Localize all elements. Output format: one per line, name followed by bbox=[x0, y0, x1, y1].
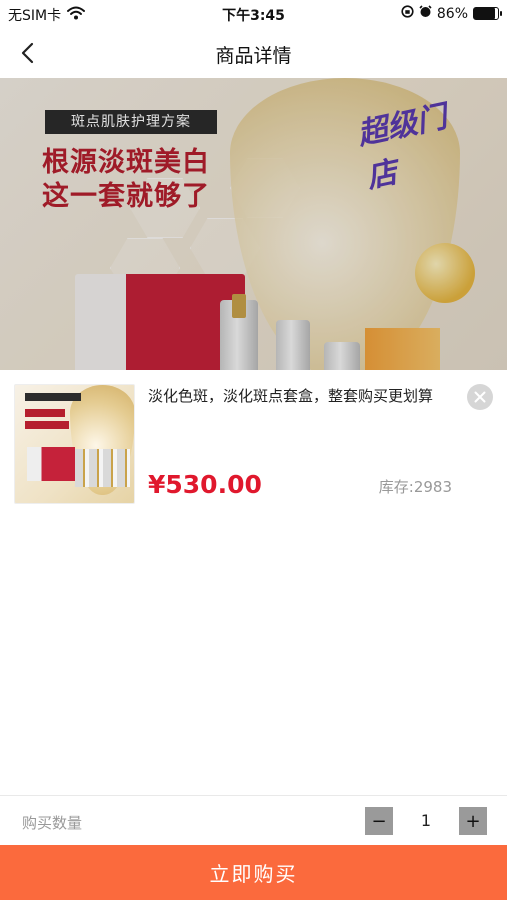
dim-overlay bbox=[0, 78, 507, 370]
quantity-row: 购买数量 − 1 + bbox=[0, 795, 507, 845]
product-banner-image: 斑点肌肤护理方案 根源淡斑美白 这一套就够了 超级门店 bbox=[0, 78, 507, 370]
product-price: ¥530.00 bbox=[148, 470, 262, 499]
thumb-text-graphic bbox=[25, 409, 65, 417]
quantity-decrease-button[interactable]: − bbox=[365, 807, 393, 835]
stock-value: 2983 bbox=[413, 478, 452, 496]
product-title: 淡化色斑，淡化斑点套盒，整套购买更划算 bbox=[148, 387, 434, 405]
nav-bar: 商品详情 bbox=[0, 28, 507, 78]
buy-now-button[interactable]: 立即购买 bbox=[0, 845, 507, 900]
thumb-box-graphic bbox=[27, 447, 75, 481]
battery-percent: 86% bbox=[436, 5, 468, 22]
quantity-label: 购买数量 bbox=[22, 814, 83, 832]
stock-info: 库存:2983 bbox=[379, 476, 452, 497]
close-button[interactable] bbox=[467, 384, 493, 410]
thumb-bottles-graphic bbox=[75, 449, 130, 487]
quantity-increase-button[interactable]: + bbox=[459, 807, 487, 835]
thumb-tag-graphic bbox=[25, 393, 81, 401]
product-thumbnail bbox=[14, 384, 135, 504]
page-title: 商品详情 bbox=[215, 45, 292, 67]
alarm-icon bbox=[419, 5, 432, 22]
stock-label: 库存: bbox=[378, 478, 414, 496]
status-bar: 无SIM卡 下午3:45 86% bbox=[0, 0, 507, 28]
orientation-lock-icon bbox=[401, 5, 414, 22]
battery-fill bbox=[474, 8, 495, 19]
status-right: 86% bbox=[401, 5, 502, 22]
quantity-value[interactable]: 1 bbox=[400, 811, 452, 830]
battery-icon bbox=[473, 7, 502, 20]
thumb-text-graphic bbox=[25, 421, 69, 429]
product-sheet: 淡化色斑，淡化斑点套盒，整套购买更划算 ¥530.00 库存:2983 bbox=[0, 370, 507, 795]
close-icon bbox=[474, 391, 486, 403]
